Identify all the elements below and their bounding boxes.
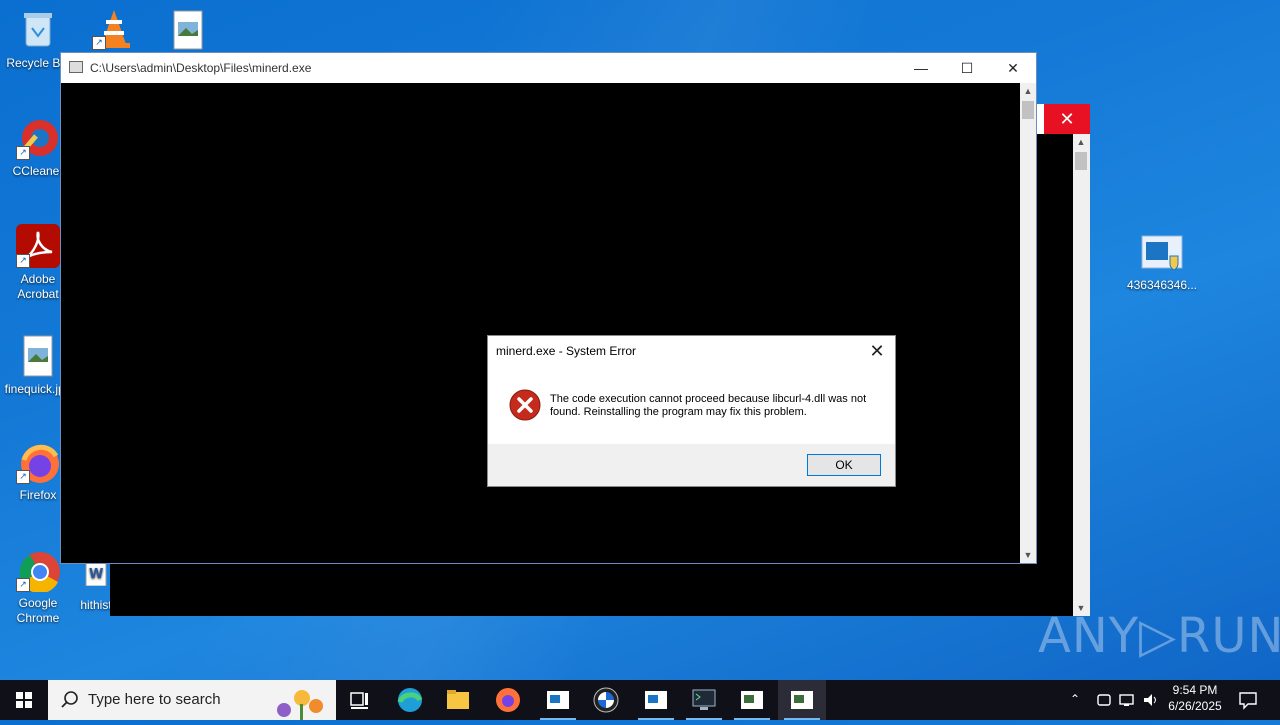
ok-button-label: OK [835, 458, 853, 472]
dialog-title: minerd.exe - System Error [496, 344, 637, 358]
firefox-icon [496, 688, 520, 712]
taskbar: Type here to search ⌃ 9:54 PM 6/26/2025 [0, 680, 1280, 720]
firefox-icon: ↗ [16, 440, 60, 484]
console-title: C:\Users\admin\Desktop\Files\minerd.exe [90, 61, 312, 75]
taskbar-bmw[interactable] [582, 680, 630, 720]
folder-icon [447, 690, 469, 709]
scroll-up-arrow-icon[interactable]: ▲ [1073, 134, 1089, 150]
task-view-icon [350, 692, 368, 709]
shortcut-arrow-icon: ↗ [92, 36, 106, 50]
task-view-button[interactable] [336, 680, 384, 720]
vlc-cone-icon: ↗ [92, 6, 136, 50]
console-titlebar[interactable]: C:\Users\admin\Desktop\Files\minerd.exe … [61, 53, 1036, 83]
system-error-dialog[interactable]: minerd.exe - System Error ✕ The code exe… [487, 335, 896, 487]
error-icon [509, 389, 541, 421]
taskbar-search-box[interactable]: Type here to search [48, 680, 336, 720]
desktop-icon-label: Firefox [19, 488, 57, 502]
console-scrollbar[interactable]: ▲ ▼ [1020, 83, 1036, 563]
anyrun-watermark: ANY▷RUN [1038, 608, 1280, 664]
notifications-icon[interactable] [1238, 690, 1258, 710]
clock-date: 6/26/2025 [1168, 699, 1222, 713]
clock-time: 9:54 PM [1172, 683, 1218, 697]
console-app-icon [69, 61, 83, 73]
ok-button[interactable]: OK [807, 454, 881, 476]
terminal-monitor-icon [692, 689, 716, 710]
recycle-bin-icon [16, 8, 60, 52]
desktop-icon-label: CCleaner [12, 164, 64, 178]
scroll-up-arrow-icon[interactable]: ▲ [1020, 83, 1036, 99]
word-document-icon: W [84, 561, 108, 587]
clock[interactable]: 9:54 PM 6/26/2025 [1166, 683, 1224, 713]
volume-icon[interactable] [1142, 692, 1160, 708]
desktop-icon-label: Google Chrome [16, 596, 60, 625]
taskbar-firefox[interactable] [484, 680, 532, 720]
image-file-icon [166, 8, 210, 52]
background-window-close-button[interactable]: ✕ [1044, 104, 1090, 134]
desktop-icon-image-file[interactable] [150, 8, 226, 56]
minimize-button[interactable]: — [898, 53, 944, 83]
shortcut-arrow-icon: ↗ [16, 146, 30, 160]
scroll-thumb[interactable] [1022, 101, 1034, 119]
app-window-icon [547, 691, 569, 709]
taskbar-window-1[interactable] [534, 680, 582, 720]
desktop-icon-exe[interactable]: 436346346... [1124, 230, 1200, 293]
search-highlight-flowers-icon [277, 690, 323, 720]
desktop-icon-label: Adobe Acrobat [17, 272, 59, 301]
shortcut-arrow-icon: ↗ [16, 578, 30, 592]
windows-logo-icon [16, 692, 32, 708]
ccleaner-icon: ↗ [16, 116, 60, 160]
edge-icon [397, 688, 423, 712]
taskbar-edge[interactable] [386, 680, 434, 720]
app-window-icon [645, 691, 667, 709]
meet-now-icon[interactable] [1096, 692, 1112, 708]
dialog-close-button[interactable]: ✕ [865, 340, 889, 362]
close-button[interactable]: ✕ [990, 53, 1036, 83]
desktop-icon-vlc[interactable]: ↗ [76, 6, 152, 54]
taskbar-window-2[interactable] [632, 680, 680, 720]
shortcut-arrow-icon: ↗ [16, 254, 30, 268]
search-icon [61, 691, 78, 708]
desktop-icon-label: 436346346... [1126, 278, 1198, 292]
dialog-footer: OK [488, 444, 895, 486]
tray-overflow-chevron-icon[interactable]: ⌃ [1070, 692, 1080, 706]
search-placeholder: Type here to search [88, 691, 221, 708]
dialog-message: The code execution cannot proceed becaus… [550, 393, 867, 418]
start-button[interactable] [0, 680, 48, 720]
scroll-down-arrow-icon[interactable]: ▼ [1020, 547, 1036, 563]
taskbar-file-explorer[interactable] [434, 680, 482, 720]
taskbar-console-window[interactable] [778, 680, 826, 720]
scroll-thumb[interactable] [1075, 152, 1087, 170]
background-window-scrollbar[interactable]: ▲ ▼ [1073, 134, 1090, 616]
network-icon[interactable] [1118, 692, 1136, 708]
app-window-icon [791, 691, 813, 709]
maximize-button[interactable]: ☐ [944, 53, 990, 83]
console-window[interactable]: C:\Users\admin\Desktop\Files\minerd.exe … [60, 52, 1037, 564]
adobe-acrobat-icon: ↗ [16, 224, 60, 268]
desktop-icon-label: hithist [80, 598, 112, 612]
bmw-logo-icon [593, 687, 619, 713]
image-file-icon [16, 334, 60, 378]
chrome-icon: ↗ [16, 548, 60, 594]
taskbar-window-3[interactable] [728, 680, 776, 720]
taskbar-terminal[interactable] [680, 680, 728, 720]
app-window-icon [741, 691, 763, 709]
svg-text:W: W [89, 567, 103, 582]
executable-shield-icon [1140, 230, 1184, 274]
shortcut-arrow-icon: ↗ [16, 470, 30, 484]
